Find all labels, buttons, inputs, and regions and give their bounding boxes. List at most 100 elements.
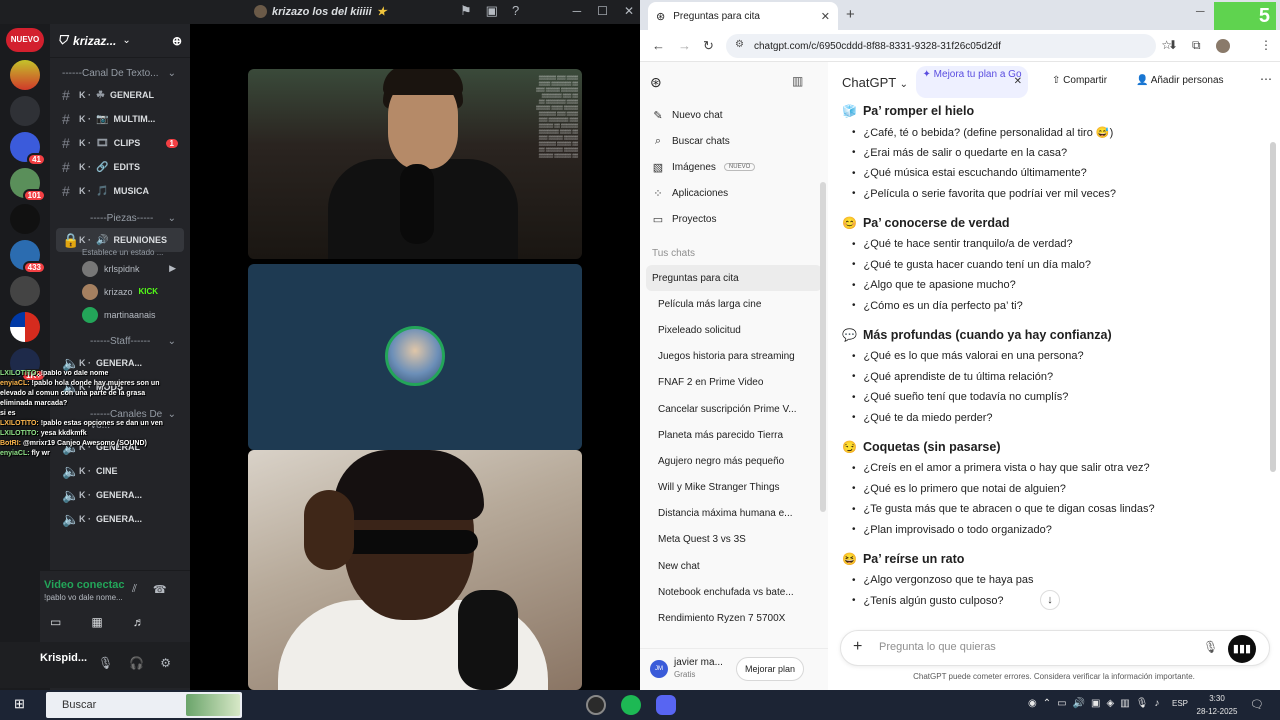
model-selector[interactable]: ChatGPT ⌄ bbox=[842, 75, 908, 90]
headphones-icon[interactable]: 🎧 bbox=[129, 656, 144, 670]
video-tile-avatar[interactable] bbox=[248, 264, 582, 450]
user-name[interactable]: Krispid... bbox=[40, 652, 87, 664]
user-name[interactable]: javier ma... bbox=[674, 657, 723, 668]
back-icon[interactable]: ← bbox=[652, 38, 665, 53]
chat-history-item[interactable]: Película más larga cine bbox=[646, 291, 822, 317]
chat-history-item[interactable]: Planeta más parecido Tierra bbox=[646, 422, 822, 448]
channel-clips[interactable]: # K · 🎞 CLIPS 1 bbox=[50, 131, 190, 155]
forward-icon[interactable]: → bbox=[678, 38, 691, 53]
sidebar-new-chat[interactable]: ✎ Nuevo chat bbox=[640, 102, 828, 128]
voice-user[interactable]: krizazo KICK bbox=[50, 280, 190, 303]
channel-multimedia[interactable]: # K · 📷 MULTIM... bbox=[50, 107, 190, 131]
chat-history-item[interactable]: Notebook enchufada vs bate... bbox=[646, 579, 822, 605]
tray-icon[interactable]: ◈ bbox=[1106, 698, 1114, 709]
help-icon[interactable]: ? bbox=[512, 3, 519, 19]
add-people-button[interactable]: 👤 Añadir personas bbox=[1136, 75, 1224, 86]
tray-icon[interactable]: ▣ bbox=[1091, 698, 1100, 709]
prompt-placeholder[interactable]: Pregunta lo que quieras bbox=[879, 641, 996, 653]
add-user-icon[interactable]: ⊕ bbox=[172, 34, 182, 48]
chat-history-item[interactable]: Preguntas para cita bbox=[646, 265, 822, 292]
browser-menu-icon[interactable]: ⋮ bbox=[1260, 38, 1272, 52]
chat-history-item[interactable]: Agujero negro más pequeño bbox=[646, 448, 822, 474]
sidebar-toggle-icon[interactable]: ▥ bbox=[792, 74, 803, 88]
video-tile-stream[interactable]: ▒▒▒▒▒▒ ▒▒▒ ▒▒▒▒ ▒▒▒▒ ▒▒▒▒▒▒▒ ▒▒ ▒▒▒ ▒▒▒▒▒ … bbox=[248, 69, 582, 259]
url-field[interactable]: ⚙ chatgpt.com/c/6950cddd-8f88-8331-9328-… bbox=[726, 34, 1172, 58]
server-icon[interactable]: 41 bbox=[10, 132, 46, 166]
microphone-icon[interactable]: 🎙 bbox=[98, 656, 113, 670]
chat-history-item[interactable]: New chat bbox=[646, 553, 822, 579]
share-button[interactable]: ⇧ Compartir bbox=[1052, 75, 1107, 86]
minimize-icon[interactable]: ─ bbox=[1196, 4, 1205, 18]
close-tab-icon[interactable]: ✕ bbox=[821, 10, 830, 23]
chat-history-item[interactable]: Will y Mike Stranger Things bbox=[646, 475, 822, 501]
tray-icon[interactable]: ▥ bbox=[1120, 698, 1129, 709]
voice-user[interactable]: martinaanais bbox=[50, 303, 190, 326]
voice-channel[interactable]: 🔈 K · GENERA... bbox=[50, 483, 190, 507]
category-pieces[interactable]: -----Piezas----- ⌄ bbox=[50, 203, 190, 228]
chat-history-item[interactable]: Juegos historia para streaming bbox=[646, 344, 822, 370]
volume-icon[interactable]: ♪ bbox=[1154, 698, 1159, 709]
disconnect-icon[interactable]: ☎ bbox=[153, 583, 167, 596]
prompt-box[interactable]: + Pregunta lo que quieras 🎙 ▮▮▮ bbox=[840, 630, 1270, 666]
voice-mode-icon[interactable]: ▮▮▮ bbox=[1228, 635, 1256, 663]
server-header[interactable]: ⛉ krizaz... ⌄ ⊕ bbox=[50, 24, 190, 58]
upgrade-banner[interactable]: ✦ Mejora tu plan a Go ✕ bbox=[916, 66, 1028, 98]
tray-app-icon[interactable]: ◉ bbox=[1028, 698, 1037, 709]
windows-start-icon[interactable]: ⊞ bbox=[14, 696, 25, 712]
main-scrollbar[interactable] bbox=[1270, 142, 1276, 472]
close-icon[interactable]: ✕ bbox=[624, 4, 634, 18]
channel-edits[interactable]: # K · 🔗 EDITS bbox=[50, 155, 190, 179]
staff-channel[interactable]: 🔈 K · MODS bbox=[50, 375, 190, 399]
category-staff[interactable]: ------Staff------ ⌄ bbox=[50, 326, 190, 351]
clock[interactable]: 3:30 28-12-2025 bbox=[1194, 692, 1240, 718]
new-tab-icon[interactable]: + bbox=[846, 6, 855, 23]
screen-share-icon[interactable]: ▭ bbox=[50, 615, 61, 629]
sidebar-images[interactable]: ▧ Imágenes NUEVO bbox=[640, 154, 828, 180]
minimize-icon[interactable]: ─ bbox=[573, 4, 582, 18]
discord-icon[interactable] bbox=[656, 695, 676, 715]
new-badge[interactable]: NUEVO bbox=[6, 28, 44, 52]
server-icon[interactable] bbox=[10, 96, 40, 126]
tab-active[interactable]: ⊛ Preguntas para cita ✕ bbox=[648, 2, 838, 30]
video-tile-camera[interactable] bbox=[248, 450, 582, 690]
server-icon[interactable] bbox=[10, 276, 40, 306]
extensions-icon[interactable]: ⧉ bbox=[1192, 38, 1201, 53]
network-icon[interactable]: ▭ bbox=[1057, 698, 1066, 709]
profile-avatar[interactable] bbox=[1216, 39, 1230, 53]
server-icon[interactable]: 433 bbox=[10, 240, 46, 274]
chevron-up-icon[interactable]: ⌃ bbox=[1043, 698, 1051, 709]
voice-status[interactable]: Video conectac bbox=[44, 579, 125, 591]
maximize-icon[interactable]: ☐ bbox=[597, 4, 608, 18]
scroll-down-icon[interactable]: ↓ bbox=[1040, 590, 1060, 610]
category-voice[interactable]: ------Canales De Vo... ⌄ bbox=[50, 399, 190, 435]
plus-icon[interactable]: + bbox=[853, 638, 862, 656]
settings-icon[interactable]: ⚙ bbox=[160, 656, 171, 670]
sidebar-projects[interactable]: ▭ Proyectos bbox=[640, 206, 828, 232]
chat-history-item[interactable]: Distancia máxima humana e... bbox=[646, 501, 822, 527]
reload-icon[interactable]: ↻ bbox=[703, 38, 714, 54]
chat-history-item[interactable]: FNAF 2 en Prime Video bbox=[646, 370, 822, 396]
voice-channel[interactable]: 🔈 K · GENERAL bbox=[50, 435, 190, 459]
more-options-icon[interactable]: ⋯ bbox=[1260, 72, 1272, 86]
avatar[interactable]: JM bbox=[650, 660, 668, 678]
close-icon[interactable]: ✕ bbox=[1014, 75, 1022, 89]
obs-icon[interactable] bbox=[586, 695, 606, 715]
category-text[interactable]: ------Canal De Texto... ⌄ bbox=[50, 58, 190, 83]
server-icon[interactable] bbox=[10, 60, 40, 90]
sidebar-search-chats[interactable]: ⌕ Buscar chats bbox=[640, 128, 828, 154]
noise-icon[interactable]: ⫽ bbox=[132, 583, 137, 596]
activities-icon[interactable]: ▦ bbox=[91, 615, 102, 629]
chat-history-item[interactable]: Pixeleado solicitud bbox=[646, 317, 822, 343]
server-icon[interactable]: 101 bbox=[10, 168, 46, 202]
sidebar-apps[interactable]: ⁘ Aplicaciones bbox=[640, 180, 828, 206]
server-icon[interactable]: 1K+ bbox=[10, 348, 46, 382]
upgrade-plan-button[interactable]: Mejorar plan bbox=[736, 657, 804, 681]
voice-user[interactable]: krlspidnk ▶ bbox=[50, 257, 190, 280]
server-icon[interactable] bbox=[10, 312, 40, 342]
chat-history-item[interactable]: Cancelar suscripción Prime V... bbox=[646, 396, 822, 422]
inbox-icon[interactable]: ▣ bbox=[486, 3, 498, 19]
channel-musica[interactable]: # K · 🎵 MUSICA bbox=[50, 179, 190, 203]
microphone-icon[interactable]: 🎙 bbox=[1136, 698, 1149, 709]
site-info-icon[interactable]: ⚙ bbox=[735, 39, 744, 50]
soundboard-icon[interactable]: ♬ bbox=[133, 615, 145, 629]
